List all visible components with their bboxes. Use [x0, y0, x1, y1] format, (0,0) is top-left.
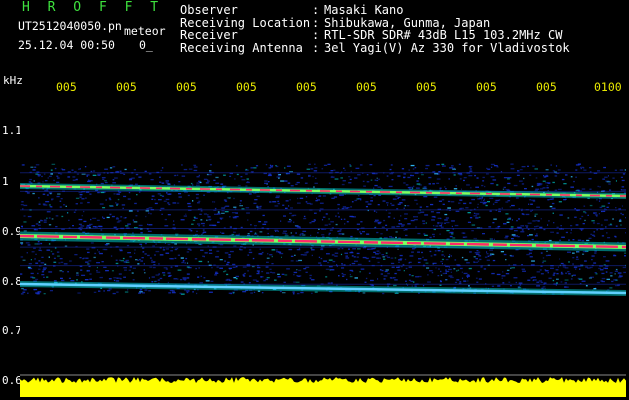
- time-tick-label: 005: [356, 80, 377, 94]
- y-tick-label: 1.1: [2, 124, 22, 137]
- time-tick-label: 005: [176, 80, 197, 94]
- time-tick-label: 005: [116, 80, 137, 94]
- info-value: 3el Yagi(V) Az 330 for Vladivostok: [324, 40, 570, 55]
- app-brand-title: H R O F F T: [22, 0, 164, 15]
- file-name: UT2512040050.pn: [18, 19, 122, 33]
- timestamp: 25.12.04 00:50: [18, 38, 115, 52]
- info-value: Masaki Kano: [324, 3, 404, 17]
- time-tick-label: 005: [296, 80, 317, 94]
- info-row-receiver: Receiver : RTL-SDR SDR# 43dB L15 103.2MH…: [180, 29, 570, 42]
- time-tick-label: 005: [236, 80, 257, 94]
- y-tick-label: 0.7: [2, 324, 22, 337]
- y-tick-label: 1: [2, 175, 9, 188]
- info-row-observer: Observer : Masaki Kano: [180, 4, 570, 17]
- info-sep: :: [312, 40, 320, 55]
- info-key: Receiving Antenna: [180, 40, 303, 55]
- station-info-panel: Observer : Masaki Kano Receiving Locatio…: [180, 4, 570, 54]
- carrier-trace: [20, 231, 626, 252]
- noise-band: [20, 163, 626, 295]
- info-key: Receiver: [180, 28, 238, 43]
- zero-marker: 0_: [139, 38, 153, 52]
- info-value: RTL-SDR SDR# 43dB L15 103.2MHz CW: [324, 28, 563, 43]
- time-tick-label: 005: [536, 80, 557, 94]
- info-sep: :: [312, 28, 320, 43]
- mode-label: meteor: [124, 24, 166, 38]
- meteor-activity-bar: [20, 377, 626, 397]
- spectrogram-plot: [20, 95, 626, 397]
- y-tick-label: 0.6: [2, 374, 22, 387]
- y-tick-label: 0.8: [2, 275, 22, 288]
- spectrogram-canvas: [20, 163, 626, 397]
- y-tick-label: 0.9: [2, 225, 22, 238]
- time-tick-label: 005: [56, 80, 77, 94]
- y-axis-unit: kHz: [3, 74, 23, 87]
- time-tick-label: 005: [476, 80, 497, 94]
- time-tick-label: 005: [416, 80, 437, 94]
- info-sep: :: [312, 3, 320, 17]
- time-tick-label: 0100: [594, 80, 622, 94]
- info-key: Observer: [180, 3, 238, 17]
- info-row-antenna: Receiving Antenna : 3el Yagi(V) Az 330 f…: [180, 42, 570, 55]
